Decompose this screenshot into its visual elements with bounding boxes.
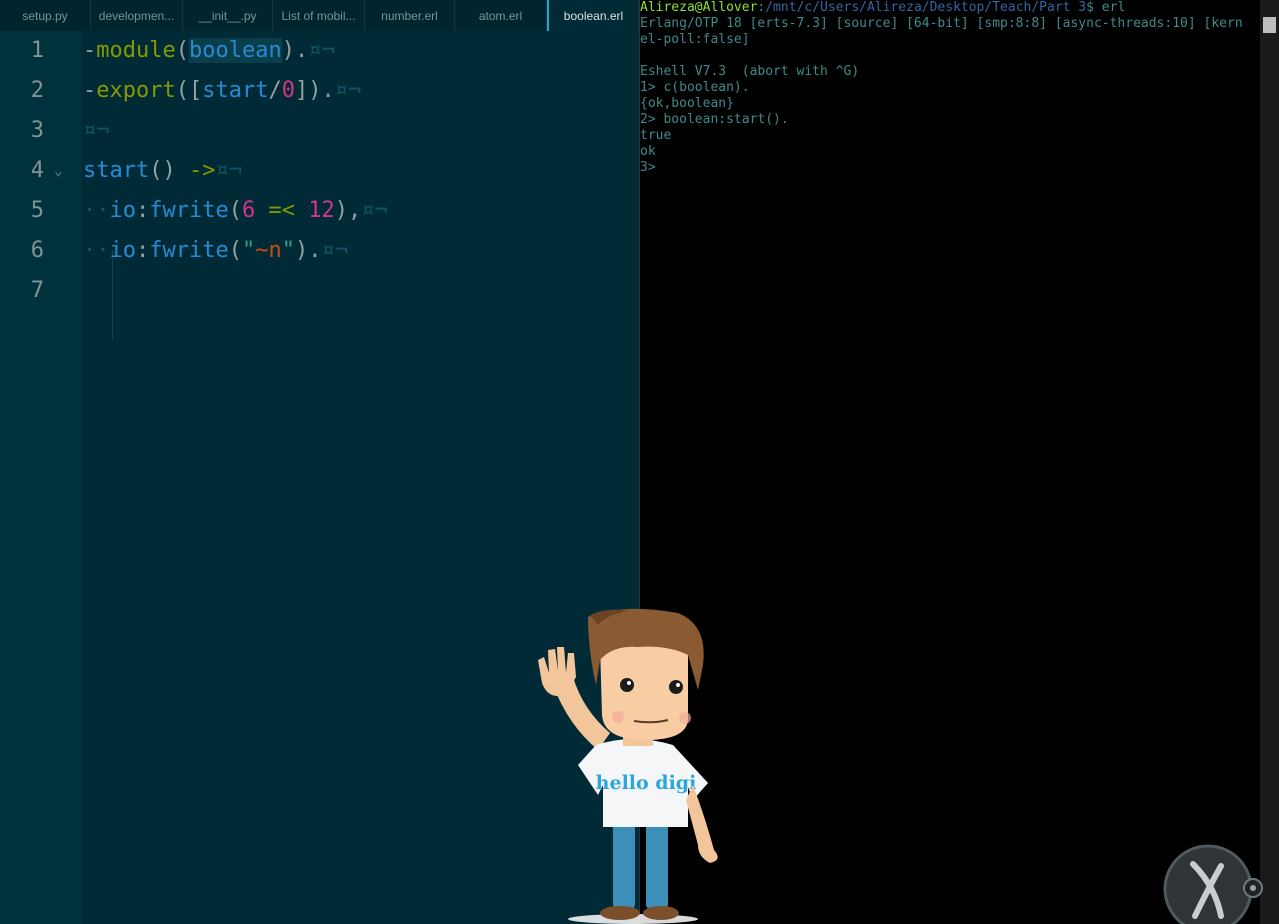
terminal-line: 1> c(boolean). xyxy=(640,80,750,95)
scrollbar-thumb[interactable] xyxy=(1263,17,1276,33)
line-number: 4 xyxy=(30,158,44,183)
terminal-line: {ok,boolean} xyxy=(640,96,734,111)
code-line-2: -export([start/0]).¤¬ xyxy=(83,78,362,103)
tab-development[interactable]: developmen... xyxy=(91,0,183,31)
line-number: 6 xyxy=(30,238,44,263)
prompt-command: $ erl xyxy=(1086,0,1126,15)
code-line-3: ¤¬ xyxy=(83,118,110,143)
terminal-line: Eshell V7.3 (abort with ^G) xyxy=(640,64,860,79)
tab-setup-py[interactable]: setup.py xyxy=(0,0,91,31)
terminal-line: el-poll:false] xyxy=(640,32,750,47)
selection-highlight: boolean xyxy=(188,38,282,63)
prompt-user: Alireza@Allover xyxy=(640,0,758,15)
code-line-5: ··io:fwrite(6 =< 12),¤¬ xyxy=(83,198,388,223)
tab-number-erl[interactable]: number.erl xyxy=(365,0,455,31)
line-number: 7 xyxy=(30,278,44,303)
shirt-text: hello digi xyxy=(596,772,697,794)
tab-bar: setup.py developmen... __init__.py List … xyxy=(0,0,639,31)
terminal-line: ok xyxy=(640,144,656,159)
terminal-line: true xyxy=(640,128,672,143)
tab-list-of-mobile[interactable]: List of mobil... xyxy=(273,0,365,31)
terminal-line: Erlang/OTP 18 [erts-7.3] [source] [64-bi… xyxy=(640,16,1243,31)
waving-mascot-illustration: hello digi xyxy=(538,608,718,924)
fold-chevron-icon[interactable]: ⌄ xyxy=(54,151,62,191)
line-number-gutter: 1 2 3 4 ⌄ 5 6 7 xyxy=(0,31,82,924)
line-number: 2 xyxy=(30,78,44,103)
line-number: 1 xyxy=(30,38,44,63)
tab-init-py[interactable]: __init__.py xyxy=(183,0,273,31)
terminal-scrollbar[interactable] xyxy=(1260,0,1279,924)
tab-atom-erl[interactable]: atom.erl xyxy=(455,0,547,31)
channel-logo-watermark xyxy=(1163,844,1263,924)
code-line-6: ··io:fwrite("~n").¤¬ xyxy=(83,238,348,263)
prompt-path: /mnt/c/Users/Alireza/Desktop/Teach/Part … xyxy=(765,0,1087,15)
tab-boolean-erl[interactable]: boolean.erl xyxy=(547,0,639,31)
terminal-line: 2> boolean:start(). xyxy=(640,112,789,127)
line-number: 5 xyxy=(30,198,44,223)
terminal-output: Alireza@Allover:/mnt/c/Users/Alireza/Des… xyxy=(640,0,1243,175)
code-line-1: -module(boolean).¤¬ xyxy=(83,38,335,63)
line-number: 3 xyxy=(30,118,44,143)
terminal-prompt-current[interactable]: 3> xyxy=(640,160,663,175)
code-line-4: start() ->¤¬ xyxy=(83,158,242,183)
